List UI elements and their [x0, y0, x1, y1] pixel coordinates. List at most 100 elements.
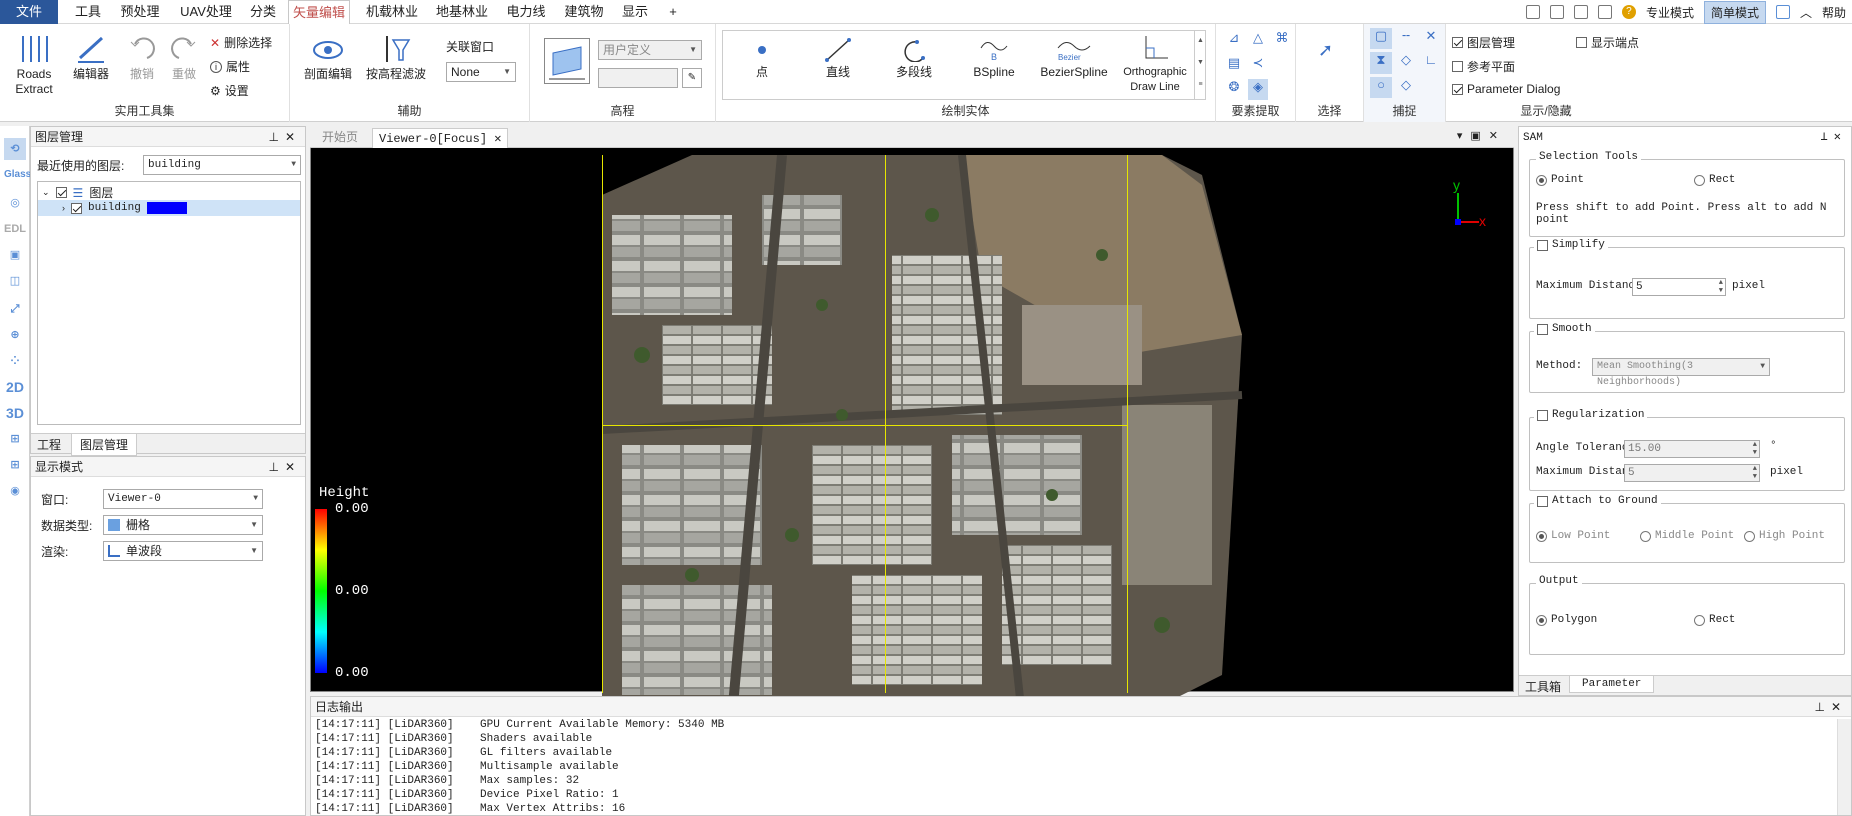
- menu-add[interactable]: +: [662, 0, 684, 24]
- gallery-scroll[interactable]: ▲ ▼ ≡: [1194, 30, 1206, 100]
- tab-start-page[interactable]: 开始页: [316, 128, 364, 148]
- restore-icon[interactable]: [1597, 5, 1612, 19]
- tab-viewer-0[interactable]: Viewer-0[Focus] ✕: [372, 128, 509, 148]
- mode-2d-button[interactable]: 2D: [4, 376, 26, 398]
- pick-icon[interactable]: ✎: [682, 68, 702, 88]
- draw-polyline-button[interactable]: 多段线: [886, 38, 942, 80]
- high-point-radio[interactable]: High Point: [1744, 530, 1825, 542]
- menu-display[interactable]: 显示: [618, 0, 652, 24]
- mode-3d-button[interactable]: 3D: [4, 402, 26, 424]
- settings-button[interactable]: ⚙ 设置: [210, 82, 249, 99]
- tab-project[interactable]: 工程: [37, 436, 61, 453]
- menu-file[interactable]: 文件: [0, 0, 58, 24]
- extract-shape-7-icon[interactable]: ◈: [1248, 79, 1268, 100]
- window-select[interactable]: Viewer-0 ▼: [103, 489, 263, 509]
- low-point-radio[interactable]: Low Point: [1536, 530, 1610, 542]
- extract-shape-5-icon[interactable]: ≺: [1248, 55, 1268, 76]
- delete-select-button[interactable]: ✕ 删除选择: [210, 34, 272, 51]
- snap-rect-icon[interactable]: ▢: [1370, 28, 1392, 50]
- menu-building[interactable]: 建筑物: [560, 0, 608, 24]
- select-arrow-icon[interactable]: ➚: [1318, 40, 1333, 61]
- screenshot-icon[interactable]: [1775, 5, 1790, 19]
- menu-tools[interactable]: 工具: [72, 0, 104, 24]
- pro-mode-button[interactable]: 专业模式: [1646, 4, 1694, 21]
- extract-shape-2-icon[interactable]: △: [1248, 30, 1268, 51]
- layer-tree-root[interactable]: ⌄ ☰ 图层: [42, 184, 113, 201]
- log-scrollbar[interactable]: [1837, 719, 1851, 815]
- viewer-window-controls[interactable]: ▾▣✕: [1457, 129, 1506, 142]
- extract-shape-3-icon[interactable]: ⌘: [1272, 30, 1292, 51]
- menu-preprocess[interactable]: 预处理: [116, 0, 164, 24]
- attach-ground-checkbox[interactable]: Attach to Ground: [1534, 495, 1661, 507]
- select-rect-radio[interactable]: Rect: [1694, 174, 1735, 186]
- spinner-arrows-icon[interactable]: ▲ ▼: [1753, 465, 1757, 481]
- simplify-distance-input[interactable]: 5 ▲ ▼: [1632, 278, 1726, 296]
- snap-diamond2-icon[interactable]: ◇: [1395, 77, 1417, 98]
- smooth-checkbox[interactable]: Smooth: [1534, 323, 1595, 335]
- fullscreen-icon[interactable]: ⤢: [4, 298, 26, 320]
- menu-terrestrial-forestry[interactable]: 地基林业: [432, 0, 492, 24]
- tab-toolbox[interactable]: 工具箱: [1525, 678, 1561, 695]
- glass-button[interactable]: Glass: [4, 164, 31, 186]
- eye-icon[interactable]: ◎: [4, 192, 26, 214]
- expand-icon[interactable]: ⌄: [42, 187, 50, 198]
- chevron-up-icon[interactable]: ︿: [1800, 4, 1812, 21]
- angle-tolerance-input[interactable]: 15.00 ▲ ▼: [1624, 440, 1760, 458]
- menu-classify[interactable]: 分类: [246, 0, 280, 24]
- window-icon[interactable]: [1549, 5, 1564, 19]
- show-endpoints-checkbox[interactable]: 显示端点: [1576, 34, 1639, 51]
- snap-cross-icon[interactable]: ✕: [1420, 28, 1442, 49]
- redo-button[interactable]: 重做: [166, 32, 202, 82]
- undo-button[interactable]: 撤销: [124, 32, 160, 82]
- output-rect-radio[interactable]: Rect: [1694, 614, 1735, 626]
- snap-diamond-icon[interactable]: ◇: [1395, 52, 1417, 73]
- middle-point-radio[interactable]: Middle Point: [1640, 530, 1734, 542]
- snap-corner-icon[interactable]: ∟: [1420, 52, 1442, 73]
- building-checkbox[interactable]: [71, 202, 82, 214]
- root-checkbox[interactable]: [55, 187, 67, 198]
- add-window2-icon[interactable]: ⊞: [4, 454, 26, 476]
- help-menu[interactable]: 帮助: [1822, 4, 1846, 21]
- layout-icon[interactable]: [1573, 5, 1588, 19]
- elevation-filter-button[interactable]: 按高程滤波: [362, 32, 430, 82]
- close-icon[interactable]: ✕: [494, 132, 501, 146]
- log-text-area[interactable]: [14:17:11] [LiDAR360] GPU Current Availa…: [311, 719, 1837, 815]
- draw-bspline-button[interactable]: B BSpline: [962, 38, 1026, 80]
- menu-powerline[interactable]: 电力线: [502, 0, 550, 24]
- panel-pin-close-icon[interactable]: ⊥✕: [268, 127, 301, 147]
- chevron-right-icon[interactable]: ›: [62, 203, 65, 213]
- menu-vector-edit[interactable]: 矢量编辑: [288, 0, 350, 24]
- select-point-radio[interactable]: Point: [1536, 174, 1584, 186]
- extract-shape-1-icon[interactable]: ⊿: [1224, 30, 1244, 51]
- help-circle-icon[interactable]: ?: [1621, 5, 1636, 19]
- profile-edit-button[interactable]: 剖面编辑: [300, 32, 356, 82]
- points-icon[interactable]: ⁘: [4, 350, 26, 372]
- snap-hourglass-icon[interactable]: ⧗: [1370, 52, 1392, 74]
- snap-circle-icon[interactable]: ○: [1370, 76, 1392, 98]
- simplify-checkbox[interactable]: Simplify: [1534, 239, 1608, 251]
- panel-pin-close-icon[interactable]: ⊥✕: [1814, 697, 1847, 717]
- reg-distance-input[interactable]: 5 ▲ ▼: [1624, 464, 1760, 482]
- snap-icons[interactable]: ▢ ╌ ✕ ⧗ ◇ ∟ ○ ◇: [1370, 28, 1442, 98]
- menu-airborne-forestry[interactable]: 机载林业: [362, 0, 422, 24]
- show-param-dialog-checkbox[interactable]: Parameter Dialog: [1452, 82, 1560, 96]
- orbit-icon[interactable]: ⊕: [4, 324, 26, 346]
- properties-button[interactable]: i 属性: [210, 58, 250, 75]
- elevation-mode-select[interactable]: 用户定义 ▼: [598, 40, 702, 60]
- spinner-arrows-icon[interactable]: ▲ ▼: [1753, 441, 1757, 457]
- spinner-arrows-icon[interactable]: ▲ ▼: [1719, 279, 1723, 295]
- roads-extract-button[interactable]: Roads Extract: [8, 32, 60, 97]
- elevation-plane-icon[interactable]: [544, 38, 590, 84]
- panel-pin-close-icon[interactable]: ⊥✕: [1821, 127, 1847, 147]
- linked-window-select[interactable]: None ▼: [446, 62, 516, 82]
- regularization-checkbox[interactable]: Regularization: [1534, 409, 1648, 421]
- render-select[interactable]: 单波段 ▼: [103, 541, 263, 561]
- layer-tree-building[interactable]: › building: [38, 200, 300, 216]
- rotate-icon[interactable]: ⟲: [4, 138, 26, 160]
- camera-icon[interactable]: ◉: [4, 480, 26, 502]
- menu-uav[interactable]: UAV处理: [176, 0, 236, 24]
- snap-dash-icon[interactable]: ╌: [1395, 28, 1417, 49]
- tab-parameter[interactable]: Parameter: [1569, 676, 1655, 693]
- draw-bezier-button[interactable]: Bezier BezierSpline: [1038, 38, 1110, 80]
- method-select[interactable]: Mean Smoothing(3 Neighborhoods) ▼: [1592, 358, 1770, 388]
